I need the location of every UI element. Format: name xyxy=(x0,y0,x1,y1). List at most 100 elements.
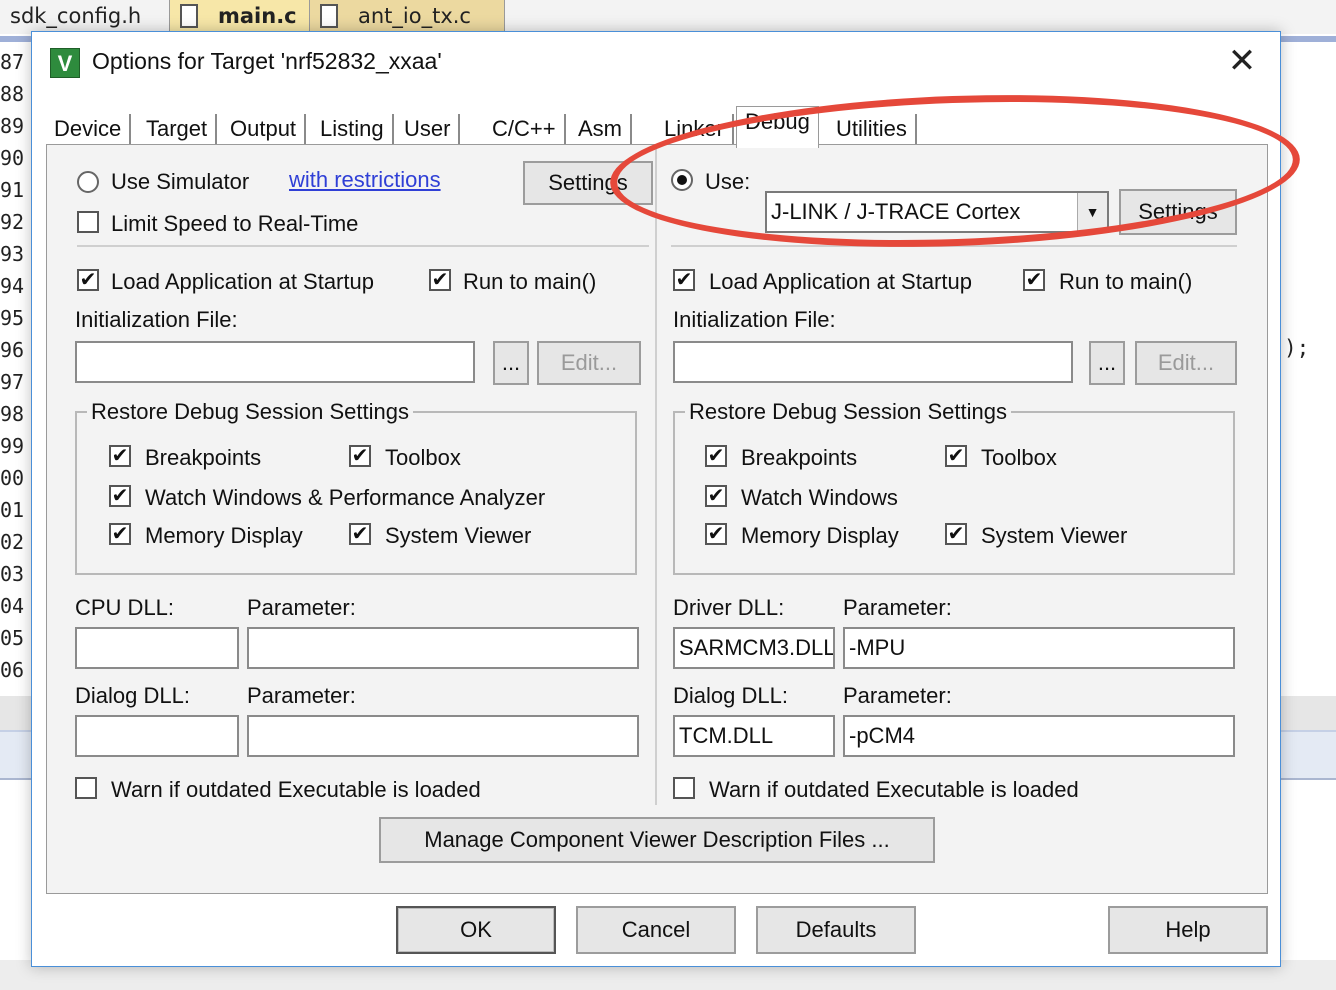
left-memory-display-label: Memory Display xyxy=(145,523,303,548)
cpu-dll-label: CPU DLL: xyxy=(75,595,175,620)
tab-debug[interactable]: Debug xyxy=(736,106,819,148)
line-number: 98 xyxy=(0,402,25,426)
left-breakpoints-checkbox[interactable]: ✔ xyxy=(109,445,131,467)
right-browse-button[interactable]: ... xyxy=(1089,341,1125,385)
debug-tab-panel: Use Simulator with restrictions Settings… xyxy=(46,144,1268,894)
left-load-app-checkbox[interactable]: ✔ xyxy=(77,269,99,291)
cpu-dll-input[interactable] xyxy=(75,627,239,669)
right-watch-windows-checkbox[interactable]: ✔ xyxy=(705,485,727,507)
options-dialog: V Options for Target 'nrf52832_xxaa' ✕ D… xyxy=(31,31,1281,967)
right-run-to-main-checkbox[interactable]: ✔ xyxy=(1023,269,1045,291)
right-warn-label: Warn if outdated Executable is loaded xyxy=(709,777,1079,802)
manage-component-viewer-button[interactable]: Manage Component Viewer Description File… xyxy=(379,817,935,863)
ok-button[interactable]: OK xyxy=(396,906,556,954)
left-edit-button[interactable]: Edit... xyxy=(537,341,641,385)
left-toolbox-checkbox[interactable]: ✔ xyxy=(349,445,371,467)
line-number: 04 xyxy=(0,594,25,618)
editor-tab-label: sdk_config.h xyxy=(10,4,142,28)
right-run-to-main-label: Run to main() xyxy=(1059,269,1193,294)
left-watch-windows-checkbox[interactable]: ✔ xyxy=(109,485,131,507)
left-dialog-dll-input[interactable] xyxy=(75,715,239,757)
line-number: 97 xyxy=(0,370,25,394)
right-dialog-dll-input[interactable]: TCM.DLL xyxy=(673,715,835,757)
line-number: 88 xyxy=(0,82,25,106)
tab-user[interactable]: User xyxy=(396,114,461,148)
right-init-file-label: Initialization File: xyxy=(673,307,836,332)
editor-tab-sdk-config[interactable]: sdk_config.h xyxy=(0,0,170,34)
left-warn-checkbox[interactable] xyxy=(75,777,97,799)
tab-output[interactable]: Output xyxy=(222,114,307,148)
tab-target[interactable]: Target xyxy=(138,114,218,148)
left-watch-windows-label: Watch Windows & Performance Analyzer xyxy=(145,485,546,510)
left-init-file-input[interactable] xyxy=(75,341,475,383)
right-system-viewer-checkbox[interactable]: ✔ xyxy=(945,523,967,545)
left-memory-display-checkbox[interactable]: ✔ xyxy=(109,523,131,545)
line-number: 90 xyxy=(0,146,25,170)
cpu-param-label: Parameter: xyxy=(247,595,356,620)
left-browse-button[interactable]: ... xyxy=(493,341,529,385)
line-number: 87 xyxy=(0,50,25,74)
line-number: 89 xyxy=(0,114,25,138)
right-breakpoints-label: Breakpoints xyxy=(741,445,858,470)
debugger-select-box[interactable]: J-LINK / J-TRACE Cortex ▼ xyxy=(765,191,1109,233)
use-simulator-radio[interactable] xyxy=(77,171,99,193)
use-debugger-label: Use: xyxy=(705,169,751,194)
left-dialog-dll-label: Dialog DLL: xyxy=(75,683,190,708)
editor-tab-main[interactable]: main.c xyxy=(170,0,310,34)
defaults-button[interactable]: Defaults xyxy=(756,906,916,954)
tab-utilities[interactable]: Utilities xyxy=(828,114,917,148)
line-number: 91 xyxy=(0,178,25,202)
dialog-title: Options for Target 'nrf52832_xxaa' xyxy=(92,48,442,74)
right-edit-button[interactable]: Edit... xyxy=(1135,341,1237,385)
line-number: 99 xyxy=(0,434,25,458)
right-breakpoints-checkbox[interactable]: ✔ xyxy=(705,445,727,467)
simulator-settings-button[interactable]: Settings xyxy=(523,161,653,205)
left-separator xyxy=(77,245,649,247)
right-init-file-input[interactable] xyxy=(673,341,1073,383)
cpu-param-input[interactable] xyxy=(247,627,639,669)
line-number: 96 xyxy=(0,338,25,362)
line-number-gutter: 87 88 89 90 91 92 93 94 95 96 97 98 99 0… xyxy=(0,46,32,696)
left-system-viewer-checkbox[interactable]: ✔ xyxy=(349,523,371,545)
left-system-viewer-label: System Viewer xyxy=(385,523,532,548)
tab-listing[interactable]: Listing xyxy=(312,114,394,148)
limit-speed-checkbox[interactable] xyxy=(77,211,99,233)
use-debugger-radio[interactable] xyxy=(671,169,693,191)
line-number: 03 xyxy=(0,562,25,586)
driver-param-input[interactable]: -MPU xyxy=(843,627,1235,669)
tab-c-cpp[interactable]: C/C++ xyxy=(484,114,566,148)
left-warn-label: Warn if outdated Executable is loaded xyxy=(111,777,481,802)
left-load-app-label: Load Application at Startup xyxy=(111,269,374,294)
help-button[interactable]: Help xyxy=(1108,906,1268,954)
tab-linker[interactable]: Linker xyxy=(656,114,734,148)
left-dialog-param-input[interactable] xyxy=(247,715,639,757)
right-dialog-param-input[interactable]: -pCM4 xyxy=(843,715,1235,757)
right-restore-group-title: Restore Debug Session Settings xyxy=(685,399,1011,425)
driver-dll-label: Driver DLL: xyxy=(673,595,785,620)
editor-tab-label: main.c xyxy=(218,4,297,28)
right-warn-checkbox[interactable] xyxy=(673,777,695,799)
right-separator xyxy=(671,245,1237,247)
right-load-app-checkbox[interactable]: ✔ xyxy=(673,269,695,291)
driver-param-label: Parameter: xyxy=(843,595,952,620)
restrictions-link[interactable]: with restrictions xyxy=(289,167,441,193)
file-icon xyxy=(180,4,198,28)
debugger-settings-button[interactable]: Settings xyxy=(1119,189,1237,235)
cancel-button[interactable]: Cancel xyxy=(576,906,736,954)
tab-asm[interactable]: Asm xyxy=(570,114,632,148)
line-number: 95 xyxy=(0,306,25,330)
tab-device[interactable]: Device xyxy=(46,114,132,148)
right-toolbox-checkbox[interactable]: ✔ xyxy=(945,445,967,467)
editor-tab-ant-io-tx[interactable]: ant_io_tx.c xyxy=(310,0,505,34)
editor-tab-label: ant_io_tx.c xyxy=(358,4,471,28)
left-init-file-label: Initialization File: xyxy=(75,307,238,332)
right-load-app-label: Load Application at Startup xyxy=(709,269,972,294)
left-run-to-main-checkbox[interactable]: ✔ xyxy=(429,269,451,291)
line-number: 92 xyxy=(0,210,25,234)
line-number: 93 xyxy=(0,242,25,266)
right-memory-display-checkbox[interactable]: ✔ xyxy=(705,523,727,545)
close-button[interactable]: ✕ xyxy=(1222,42,1262,82)
chevron-down-icon[interactable]: ▼ xyxy=(1077,193,1107,231)
driver-dll-input[interactable]: SARMCM3.DLL xyxy=(673,627,835,669)
left-restore-group-title: Restore Debug Session Settings xyxy=(87,399,413,425)
